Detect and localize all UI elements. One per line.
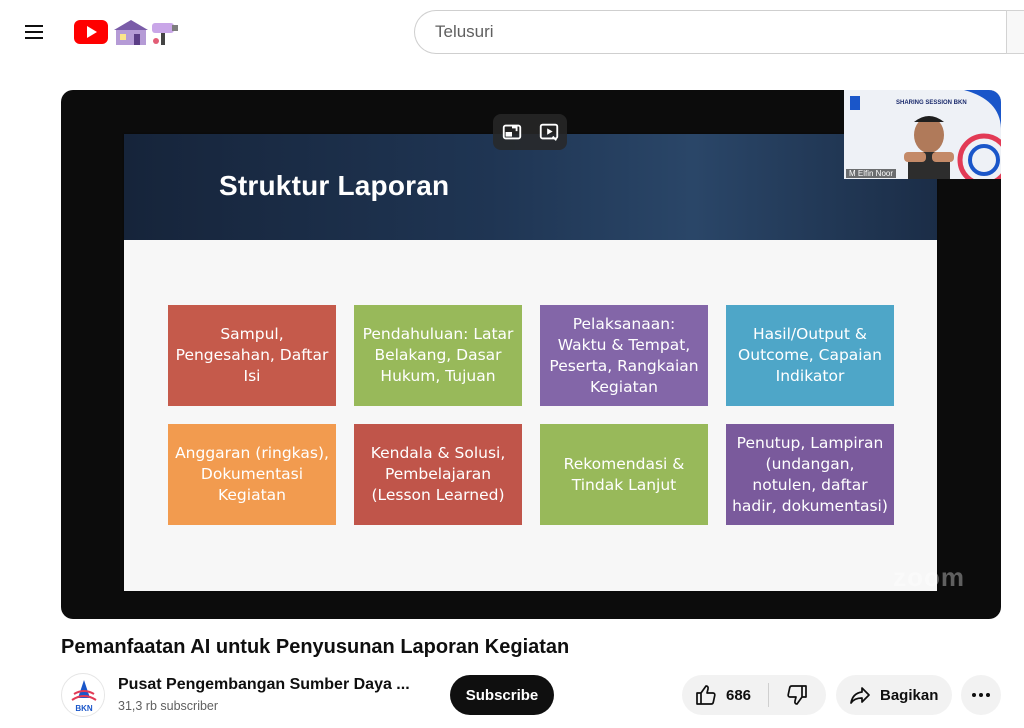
video-title: Pemanfaatan AI untuk Penyusunan Laporan … bbox=[61, 636, 570, 658]
video-player[interactable]: Struktur Laporan Sampul, Pengesahan, Daf… bbox=[61, 90, 1001, 619]
subscribe-button[interactable]: Subscribe bbox=[450, 675, 554, 715]
like-button[interactable]: 686 bbox=[682, 675, 768, 715]
share-arrow-icon bbox=[850, 687, 870, 704]
slide-card: Sampul, Pengesahan, Daftar Isi bbox=[168, 305, 336, 406]
subscriber-count: 31,3 rb subscriber bbox=[118, 699, 219, 713]
menu-button[interactable] bbox=[14, 12, 54, 52]
miniplayer-button[interactable] bbox=[535, 118, 563, 146]
menu-icon bbox=[25, 25, 43, 39]
slide-title: Struktur Laporan bbox=[219, 170, 450, 201]
masthead bbox=[0, 0, 1024, 64]
slide-card: Pelaksanaan: Waktu & Tempat, Peserta, Ra… bbox=[540, 305, 708, 406]
slide-card: Pendahuluan: Latar Belakang, Dasar Hukum… bbox=[354, 305, 522, 406]
share-label: Bagikan bbox=[880, 686, 939, 704]
search-input[interactable] bbox=[433, 21, 997, 43]
slide-card: Penutup, Lampiran (undangan, notulen, da… bbox=[726, 424, 894, 525]
speaker-video-feed: SHARING SESSION BKN bbox=[844, 90, 1001, 179]
presentation-slide: Struktur Laporan Sampul, Pengesahan, Daf… bbox=[124, 134, 937, 591]
slide-card: Rekomendasi & Tindak Lanjut bbox=[540, 424, 708, 525]
thumbs-down-icon bbox=[787, 685, 807, 705]
slide-card: Hasil/Output & Outcome, Capaian Indikato… bbox=[726, 305, 894, 406]
speaker-camera: SHARING SESSION BKN M Elfin Noor bbox=[844, 90, 1001, 179]
youtube-logo-icon bbox=[74, 20, 108, 44]
share-button[interactable]: Bagikan bbox=[836, 675, 952, 715]
play-screen-icon bbox=[539, 123, 558, 141]
dislike-button[interactable] bbox=[769, 675, 825, 715]
more-actions-button[interactable] bbox=[961, 675, 1001, 715]
youtube-logo[interactable] bbox=[74, 16, 184, 48]
search-button[interactable] bbox=[1007, 10, 1024, 54]
bkn-logo-icon: BKN bbox=[63, 675, 104, 716]
doodle-house-icon bbox=[114, 20, 178, 45]
slide-card: Anggaran (ringkas), Dokumentasi Kegiatan bbox=[168, 424, 336, 525]
more-horizontal-icon bbox=[972, 693, 990, 697]
speaker-name-label: M Elfin Noor bbox=[846, 169, 897, 178]
camera-banner-text: SHARING SESSION BKN bbox=[896, 100, 967, 106]
like-dislike-group: 686 bbox=[682, 675, 826, 715]
like-count: 686 bbox=[726, 686, 752, 704]
pip-controls bbox=[493, 114, 567, 150]
slide-card: Kendala & Solusi, Pembelajaran (Lesson L… bbox=[354, 424, 522, 525]
zoom-watermark: zoom bbox=[893, 562, 965, 592]
search-box[interactable] bbox=[414, 10, 1024, 54]
exit-pip-icon bbox=[502, 124, 521, 140]
channel-name[interactable]: Pusat Pengembangan Sumber Daya ... bbox=[118, 676, 410, 694]
avatar-text: BKN bbox=[75, 704, 93, 713]
thumbs-up-icon bbox=[696, 685, 716, 705]
channel-avatar[interactable]: BKN bbox=[61, 673, 105, 717]
exit-pip-button[interactable] bbox=[498, 118, 526, 146]
